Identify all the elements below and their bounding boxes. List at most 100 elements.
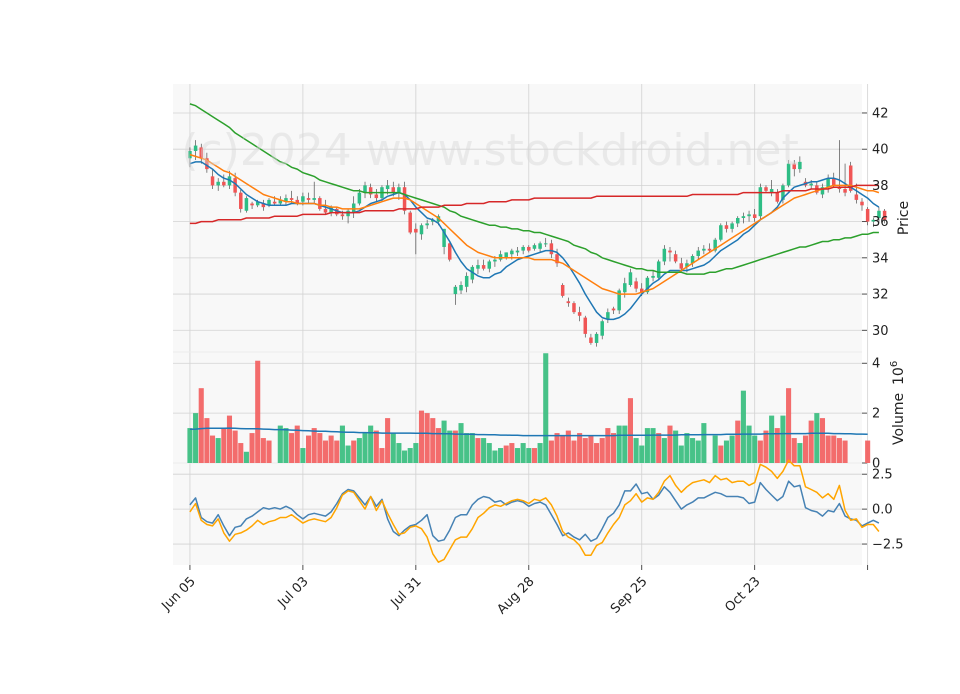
candle-body: [419, 225, 424, 235]
volume-bar: [289, 433, 295, 463]
candle-body: [634, 281, 638, 289]
volume-bar: [514, 448, 521, 463]
volume-bar: [763, 430, 769, 463]
volume-bar: [667, 425, 673, 463]
volume-bar: [430, 418, 436, 463]
volume-tick-label: 2: [872, 407, 880, 422]
candle-body: [764, 187, 768, 191]
volume-bar: [509, 443, 515, 463]
candle-body: [425, 223, 429, 226]
oscillator-panel-background: [173, 463, 862, 565]
volume-bar: [283, 428, 289, 463]
candle-body: [860, 201, 864, 206]
volume-bar: [644, 428, 650, 463]
volume-bar: [836, 438, 842, 463]
volume-bar: [334, 440, 340, 463]
volume-bar: [255, 360, 261, 463]
candle-body: [487, 261, 492, 269]
candle-body: [543, 243, 548, 245]
candle-body: [600, 321, 604, 336]
candle-body: [408, 212, 412, 233]
volume-bar: [322, 440, 329, 463]
candle-body: [272, 201, 277, 204]
candle-body: [306, 198, 311, 200]
candle-body: [397, 187, 401, 193]
volume-bar: [328, 435, 334, 463]
x-tick-label: Jun 05: [158, 574, 198, 614]
volume-bar: [204, 418, 210, 463]
volume-bar: [695, 440, 701, 463]
volume-bar: [209, 435, 216, 463]
volume-bar: [243, 451, 249, 463]
volume-bar: [819, 418, 826, 463]
candle-body: [747, 214, 751, 217]
candlestick: [408, 210, 412, 235]
volume-bar: [345, 445, 351, 463]
volume-multiplier-label: 106: [889, 361, 907, 385]
candle-body: [809, 183, 813, 186]
volume-bar: [678, 445, 684, 463]
volume-bar: [599, 438, 605, 463]
volume-bar: [701, 423, 707, 463]
volume-bar: [543, 353, 549, 463]
candle-body: [566, 301, 571, 304]
volume-bar: [594, 443, 600, 463]
candle-body: [476, 265, 480, 269]
volume-bar: [458, 423, 464, 463]
volume-bar: [577, 433, 583, 463]
volume-bar: [311, 428, 317, 463]
candle-body: [651, 275, 655, 278]
volume-bar: [441, 420, 447, 463]
candle-body: [623, 283, 627, 293]
candle-body: [374, 194, 379, 199]
candle-body: [628, 272, 633, 285]
volume-bar: [300, 448, 306, 463]
volume-bar: [718, 445, 724, 463]
volume-bar: [825, 435, 831, 463]
candle-body: [210, 176, 215, 186]
candle-body: [865, 208, 870, 222]
volume-bar: [193, 413, 199, 463]
volume-bar: [656, 433, 662, 463]
price-tick-label: 32: [872, 288, 889, 303]
volume-bar: [339, 425, 345, 463]
volume-bar: [746, 425, 752, 463]
volume-bar: [373, 430, 379, 463]
volume-bar: [492, 450, 498, 463]
candle-body: [510, 250, 514, 255]
candle-body: [594, 333, 599, 343]
volume-bar: [232, 430, 238, 463]
candle-body: [854, 194, 859, 200]
candle-body: [611, 308, 616, 311]
oscillator-tick-label: 0.0: [872, 503, 893, 518]
candle-body: [730, 223, 734, 229]
price-tick-label: 40: [872, 143, 889, 158]
volume-bar: [317, 433, 323, 463]
x-tick-label: Aug 28: [494, 574, 537, 617]
candle-body: [323, 208, 328, 213]
volume-bar: [729, 435, 735, 463]
volume-bar: [537, 443, 543, 463]
price-tick-label: 34: [872, 251, 889, 266]
candle-body: [736, 218, 740, 224]
volume-bar: [616, 425, 622, 463]
volume-bar: [424, 413, 430, 463]
volume-bar: [396, 443, 402, 463]
volume-bar: [712, 435, 718, 463]
volume-bar: [548, 440, 554, 463]
volume-bar: [831, 435, 837, 463]
volume-bar: [797, 443, 803, 463]
candlestick: [758, 183, 763, 220]
volume-bar: [780, 415, 786, 463]
candle-body: [459, 285, 463, 291]
volume-bar: [639, 445, 645, 463]
volume-bar: [865, 440, 871, 463]
volume-bar: [198, 388, 204, 463]
volume-bar: [842, 440, 848, 463]
volume-bar: [379, 448, 385, 463]
volume-bar: [814, 413, 820, 463]
candle-body: [357, 192, 362, 204]
volume-bar: [305, 435, 312, 463]
volume-bar: [650, 428, 656, 463]
volume-bar: [690, 438, 696, 463]
